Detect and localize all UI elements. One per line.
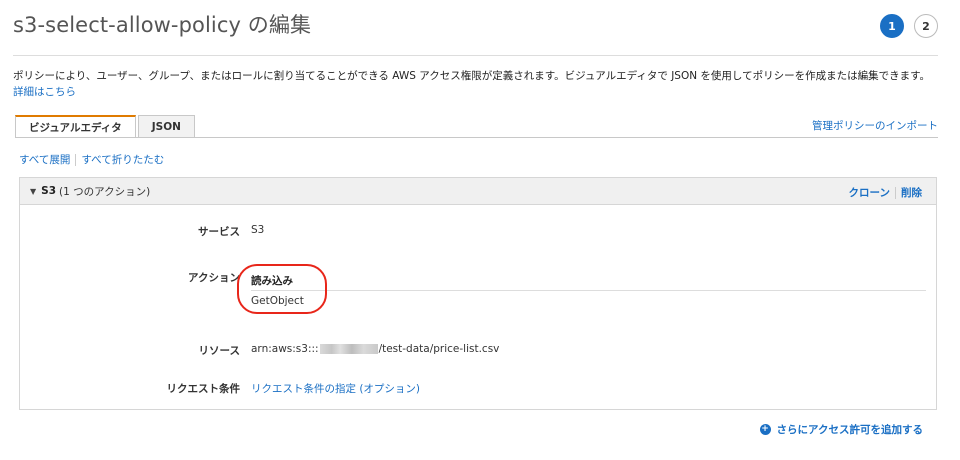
request-conditions-label: リクエスト条件 bbox=[166, 383, 241, 395]
collapse-all-link[interactable]: すべて折りたたむ bbox=[81, 152, 164, 167]
service-action-count: (1 つのアクション) bbox=[59, 185, 151, 198]
expand-collapse-controls: すべて展開 すべて折りたたむ bbox=[19, 152, 164, 167]
service-header-name: S3 bbox=[41, 185, 57, 197]
plus-circle-icon: + bbox=[759, 424, 771, 435]
wizard-steps: 1 2 bbox=[880, 14, 938, 38]
actions-label: アクション bbox=[188, 272, 240, 284]
highlight-annotation bbox=[237, 264, 327, 314]
service-permission-panel: ▼ S3 (1 つのアクション) クローン 削除 サービス S3 アクション 読… bbox=[19, 177, 937, 410]
service-value[interactable]: S3 bbox=[251, 224, 264, 236]
panel-actions: クローン 削除 bbox=[849, 185, 922, 200]
add-permissions-label: さらにアクセス許可を追加する bbox=[776, 424, 923, 436]
request-conditions-link[interactable]: リクエスト条件の指定 (オプション) bbox=[251, 381, 420, 396]
import-managed-policy-link[interactable]: 管理ポリシーのインポート bbox=[812, 118, 938, 133]
actions-divider bbox=[251, 290, 926, 291]
step-1-indicator: 1 bbox=[880, 14, 904, 38]
page-title: s3-select-allow-policy の編集 bbox=[13, 13, 312, 37]
action-separator bbox=[895, 186, 896, 199]
service-panel-header[interactable]: ▼ S3 (1 つのアクション) クローン 削除 bbox=[20, 178, 936, 205]
description-text: ポリシーにより、ユーザー、グループ、またはロールに割り当てることができる AWS… bbox=[13, 70, 931, 82]
resource-arn-prefix: arn:aws:s3::: bbox=[251, 343, 319, 355]
tabs-divider bbox=[15, 137, 938, 138]
delete-link[interactable]: 削除 bbox=[901, 185, 922, 200]
resources-label: リソース bbox=[198, 345, 240, 357]
expand-all-link[interactable]: すべて展開 bbox=[19, 152, 70, 167]
header-divider bbox=[13, 55, 938, 56]
learn-more-link[interactable]: 詳細はこちら bbox=[13, 86, 76, 98]
service-label: サービス bbox=[198, 226, 240, 238]
resource-arn-suffix: /test-data/price-list.csv bbox=[378, 343, 500, 355]
link-separator bbox=[75, 153, 77, 166]
collapse-caret-icon[interactable]: ▼ bbox=[30, 187, 36, 196]
redacted-bucket-name bbox=[319, 344, 378, 354]
tab-visual-editor[interactable]: ビジュアルエディタ bbox=[15, 115, 136, 138]
tab-json[interactable]: JSON bbox=[137, 115, 195, 138]
add-additional-permissions-button[interactable]: + さらにアクセス許可を追加する bbox=[759, 422, 923, 437]
policy-description: ポリシーにより、ユーザー、グループ、またはロールに割り当てることができる AWS… bbox=[13, 68, 943, 100]
step-2-indicator: 2 bbox=[914, 14, 938, 38]
resource-arn[interactable]: arn:aws:s3:::/test-data/price-list.csv bbox=[251, 343, 499, 355]
editor-tabs: ビジュアルエディタ JSON bbox=[15, 115, 195, 138]
clone-link[interactable]: クローン bbox=[849, 185, 890, 200]
